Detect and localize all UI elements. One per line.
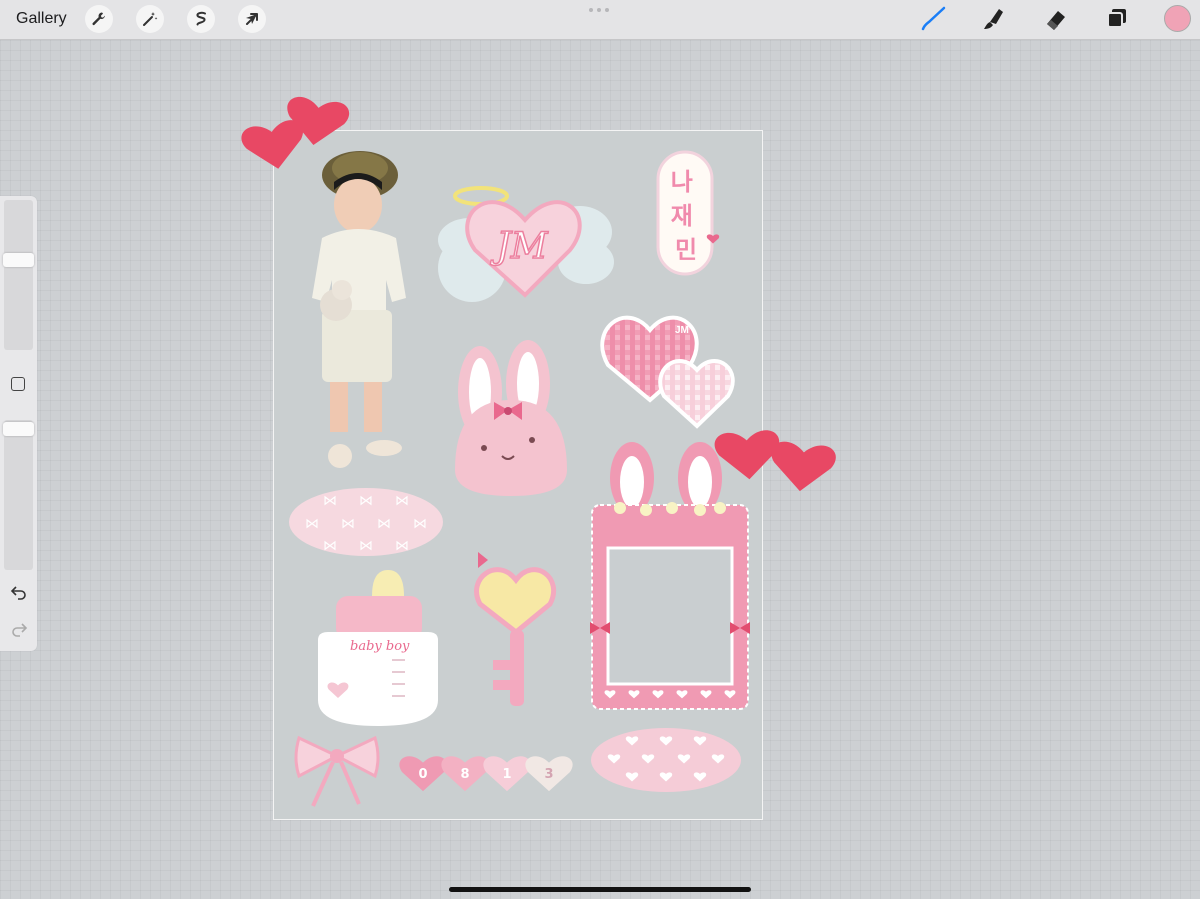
sticker-artwork: JM 나 재 민 JM ⋈ ⋈ ⋈ ⋈ ⋈ ⋈ ⋈ ⋈ ⋈ ⋈ baby boy… <box>239 95 838 807</box>
svg-text:JM: JM <box>675 325 689 336</box>
svg-text:⋈: ⋈ <box>359 493 373 509</box>
bunny-sticker[interactable] <box>455 340 567 496</box>
svg-text:나 재 민: 나 재 민 <box>671 168 701 264</box>
svg-text:1: 1 <box>502 767 511 782</box>
number-hearts-sticker[interactable]: 0 8 1 3 <box>399 756 573 792</box>
bunny-photo-frame-sticker[interactable] <box>590 442 750 710</box>
svg-text:⋈: ⋈ <box>413 516 427 532</box>
svg-text:3: 3 <box>544 767 553 782</box>
svg-text:8: 8 <box>460 767 469 782</box>
svg-text:⋈: ⋈ <box>395 493 409 509</box>
child-photo-sticker[interactable] <box>312 151 406 468</box>
ribbon-bow-sticker[interactable] <box>294 735 380 807</box>
svg-text:JM: JM <box>489 226 548 267</box>
gingham-hearts-sticker[interactable]: JM <box>600 315 735 429</box>
svg-text:⋈: ⋈ <box>377 516 391 532</box>
heart-key-sticker[interactable] <box>474 552 557 706</box>
home-indicator[interactable] <box>449 887 751 892</box>
heart-pattern-oval-sticker[interactable] <box>591 728 741 792</box>
baby-bottle-sticker[interactable]: baby boy <box>318 570 438 726</box>
svg-text:⋈: ⋈ <box>323 493 337 509</box>
bow-pattern-oval-sticker[interactable]: ⋈ ⋈ ⋈ ⋈ ⋈ ⋈ ⋈ ⋈ ⋈ ⋈ <box>289 488 443 556</box>
svg-text:⋈: ⋈ <box>323 538 337 554</box>
svg-text:⋈: ⋈ <box>341 516 355 532</box>
svg-text:⋈: ⋈ <box>305 516 319 532</box>
heart-sticker-right[interactable] <box>713 429 838 495</box>
svg-text:⋈: ⋈ <box>359 538 373 554</box>
jm-winged-heart-sticker[interactable]: JM <box>438 186 614 302</box>
svg-text:0: 0 <box>418 767 427 782</box>
svg-text:⋈: ⋈ <box>395 538 409 554</box>
svg-text:baby boy: baby boy <box>350 639 410 654</box>
name-sticker[interactable]: 나 재 민 <box>656 150 720 276</box>
